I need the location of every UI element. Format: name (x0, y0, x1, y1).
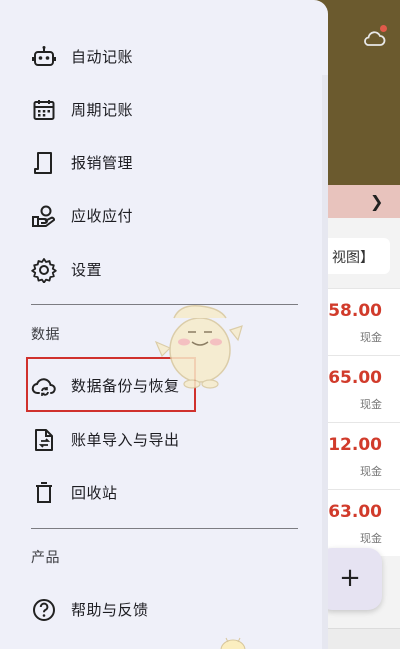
divider (31, 528, 298, 529)
amount: -58.00 (321, 301, 382, 321)
list-item[interactable]: -63.00 现金 (320, 489, 400, 556)
menu-item-auto-record[interactable]: 自动记账 (0, 30, 328, 83)
list-item[interactable]: -12.00 现金 (320, 422, 400, 489)
section-header-product: 产品 (31, 550, 60, 566)
menu-item-reimbursement[interactable]: 报销管理 (0, 136, 328, 189)
menu-item-help-feedback[interactable]: 帮助与反馈 (0, 583, 328, 636)
amount: -65.00 (321, 368, 382, 388)
menu-item-label: 报销管理 (71, 154, 134, 172)
gear-icon (31, 257, 57, 283)
bottom-nav (320, 628, 400, 649)
notification-dot (380, 25, 387, 32)
calendar-icon (31, 97, 57, 123)
menu-item-label: 帮助与反馈 (71, 601, 149, 619)
payment-method: 现金 (360, 532, 382, 545)
amount: -63.00 (321, 502, 382, 522)
view-toggle-button[interactable]: 视图】 (320, 238, 390, 274)
receipt-icon (31, 150, 57, 176)
navigation-drawer: 自动记账 周期记账 报销管理 应收应付 设置 数据 数据备份与恢复 账单导入与导… (0, 0, 328, 649)
section-header-data: 数据 (31, 327, 60, 343)
payment-method: 现金 (360, 398, 382, 411)
list-item[interactable]: -58.00 现金 (320, 288, 400, 355)
menu-item-label: 自动记账 (71, 48, 134, 66)
payment-method: 现金 (360, 331, 382, 344)
payment-method: 现金 (360, 465, 382, 478)
help-icon (31, 597, 57, 623)
mascot-illustration (154, 305, 243, 389)
file-transfer-icon (31, 427, 57, 453)
menu-item-label: 周期记账 (71, 101, 134, 119)
transaction-list: -58.00 现金 -65.00 现金 -12.00 现金 -63.00 现金 (320, 288, 400, 556)
menu-item-label: 应收应付 (71, 207, 134, 225)
menu-item-recurring-record[interactable]: 周期记账 (0, 83, 328, 136)
menu-item-receivables[interactable]: 应收应付 (0, 189, 328, 242)
hand-coin-icon (31, 203, 57, 229)
menu-item-recycle-bin[interactable]: 回收站 (0, 466, 328, 519)
menu-item-import-export[interactable]: 账单导入与导出 (0, 413, 328, 466)
chevron-right-icon[interactable]: ❯ (370, 192, 383, 211)
menu-item-label: 设置 (71, 261, 103, 279)
mascot-peek-illustration (220, 637, 246, 649)
robot-icon (31, 44, 57, 70)
trash-icon (31, 480, 57, 506)
menu-item-label: 账单导入与导出 (71, 431, 180, 449)
menu-item-settings[interactable]: 设置 (0, 243, 328, 296)
list-item[interactable]: -65.00 现金 (320, 355, 400, 422)
amount: -12.00 (321, 435, 382, 455)
menu-item-label: 回收站 (71, 484, 118, 502)
